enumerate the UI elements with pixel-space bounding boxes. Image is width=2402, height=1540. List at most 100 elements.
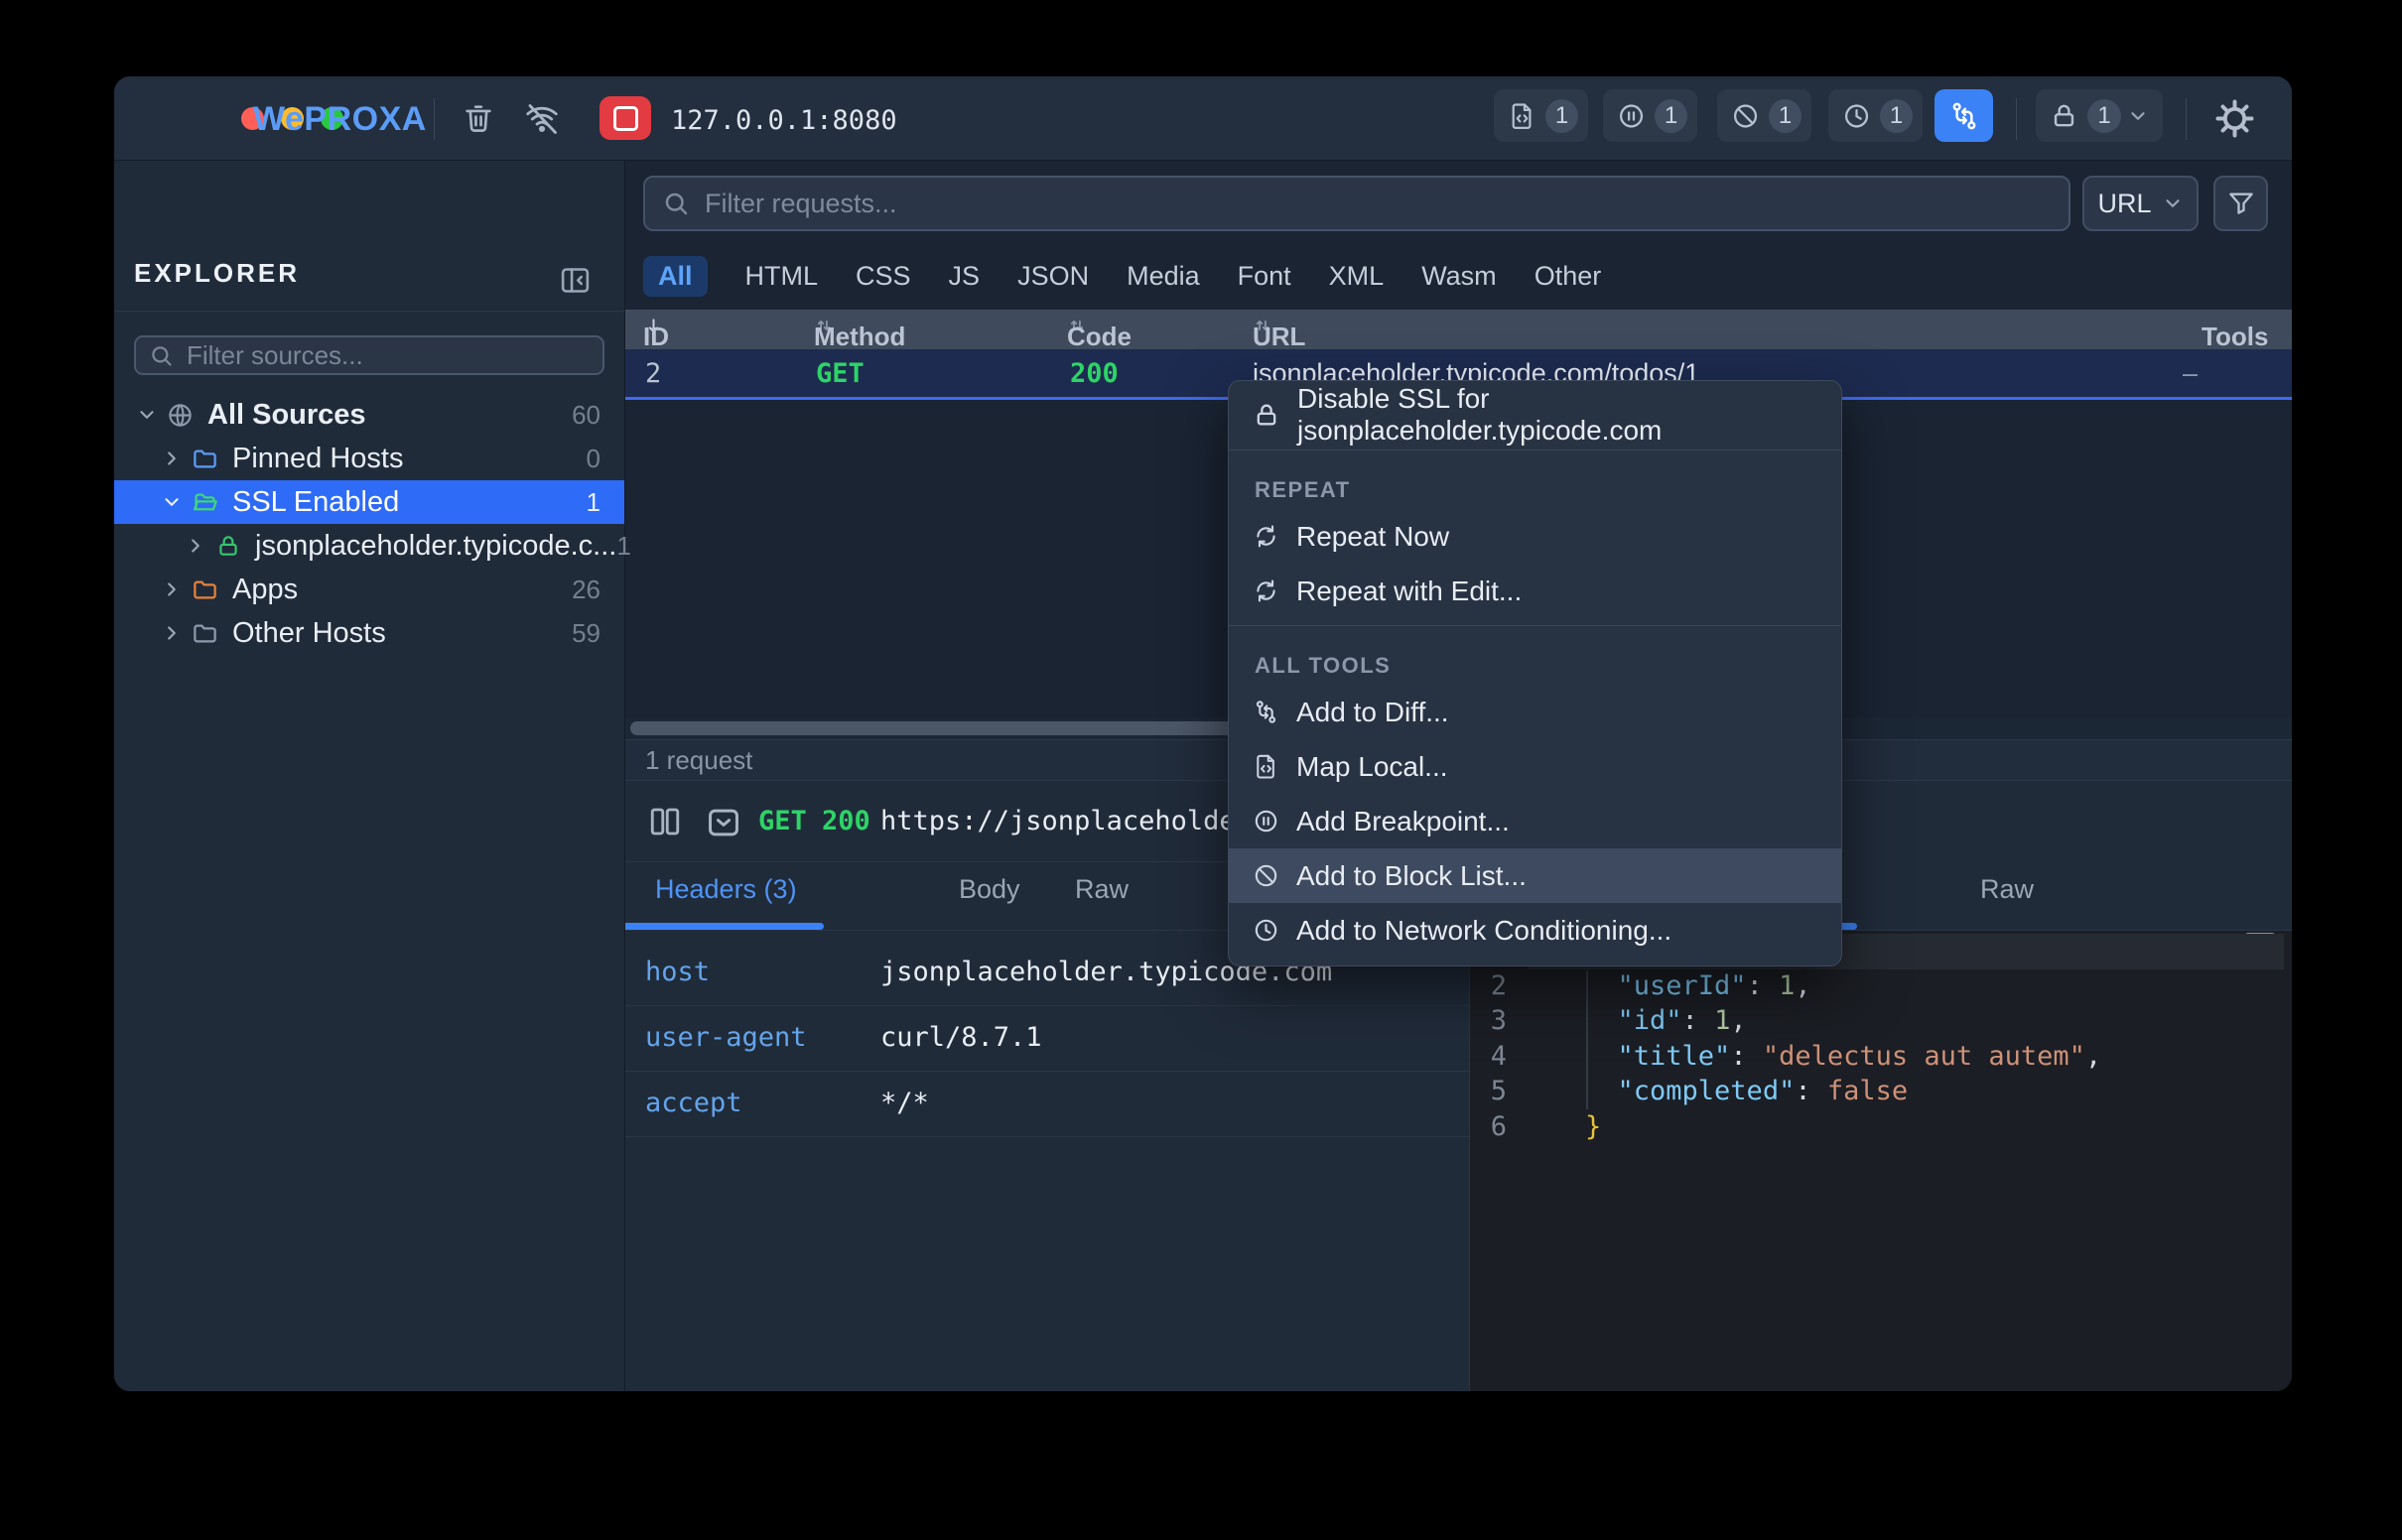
- tab-css[interactable]: CSS: [856, 261, 911, 292]
- stop-recording-button[interactable]: [600, 96, 651, 140]
- chevron-right-icon[interactable]: [161, 578, 183, 600]
- network-conditioning-icon: [1842, 101, 1871, 131]
- settings-button[interactable]: [2213, 97, 2256, 140]
- network-off-icon[interactable]: [524, 101, 560, 137]
- tab-request-headers[interactable]: Headers (3): [655, 874, 797, 905]
- column-header-url[interactable]: URL: [1253, 316, 1272, 335]
- menu-item-map-local[interactable]: Map Local...: [1229, 739, 1841, 794]
- chevron-right-icon[interactable]: [161, 622, 183, 644]
- block-list-tool-button[interactable]: 1: [1717, 89, 1811, 142]
- request-method: GET: [816, 358, 865, 389]
- column-header-id[interactable]: ID: [643, 316, 664, 336]
- tree-item-other-hosts[interactable]: Other Hosts 59: [114, 611, 624, 655]
- menu-item-add-to-network-conditioning[interactable]: Add to Network Conditioning...: [1229, 903, 1841, 958]
- collapse-panel-icon: [559, 264, 592, 297]
- tab-xml[interactable]: XML: [1329, 261, 1385, 292]
- diff-icon: [1948, 100, 1980, 132]
- chevron-down-icon[interactable]: [161, 491, 183, 513]
- tab-other[interactable]: Other: [1535, 261, 1602, 292]
- collapse-detail-button[interactable]: [705, 804, 742, 841]
- filter-sources-field[interactable]: [134, 335, 604, 375]
- menu-item-add-breakpoint[interactable]: Add Breakpoint...: [1229, 794, 1841, 848]
- menu-item-add-to-diff[interactable]: Add to Diff...: [1229, 685, 1841, 739]
- folder-icon: [192, 620, 218, 647]
- tree-item-jsonplaceholder[interactable]: jsonplaceholder.typicode.c... 1: [114, 524, 624, 568]
- tree-item-label: Pinned Hosts: [232, 443, 404, 475]
- menu-divider: [1229, 449, 1841, 450]
- chevron-right-icon[interactable]: [161, 448, 183, 469]
- tree-item-all-sources[interactable]: All Sources 60: [114, 393, 624, 437]
- tab-html[interactable]: HTML: [745, 261, 819, 292]
- tree-item-count: 60: [572, 400, 624, 431]
- map-local-count-badge: 1: [1545, 99, 1578, 133]
- network-conditioning-tool-button[interactable]: 1: [1828, 89, 1923, 142]
- filter-mode-dropdown[interactable]: URL: [2082, 176, 2199, 231]
- chevron-right-icon[interactable]: [185, 535, 206, 557]
- type-filter-tabs: All HTML CSS JS JSON Media Font XML Wasm…: [643, 253, 1601, 299]
- lock-icon: [215, 533, 241, 559]
- column-header-code[interactable]: Code: [1067, 316, 1087, 335]
- chevron-down-icon: [2127, 105, 2149, 127]
- clear-session-button[interactable]: [462, 101, 495, 135]
- tab-all[interactable]: All: [643, 256, 708, 297]
- lock-icon: [1253, 401, 1280, 429]
- header-row-accept[interactable]: accept */*: [625, 1071, 1469, 1137]
- tree-item-ssl-enabled[interactable]: SSL Enabled 1: [114, 480, 624, 524]
- proxy-address: 127.0.0.1:8080: [671, 105, 897, 136]
- menu-item-label: Disable SSL for jsonplaceholder.typicode…: [1297, 383, 1817, 447]
- response-body-viewer[interactable]: 1{ 2 "userId": 1, 3 "id": 1, 4 "title": …: [1470, 931, 2292, 1391]
- tree-item-count: 59: [572, 618, 624, 649]
- filter-requests-field[interactable]: [643, 176, 2070, 231]
- breakpoint-tool-button[interactable]: 1: [1603, 89, 1697, 142]
- chevron-down-icon: [2162, 192, 2184, 214]
- divider: [2016, 98, 2017, 140]
- menu-item-disable-ssl[interactable]: Disable SSL for jsonplaceholder.typicode…: [1229, 387, 1841, 443]
- tree-item-pinned-hosts[interactable]: Pinned Hosts 0: [114, 437, 624, 480]
- column-header-method[interactable]: Method: [814, 316, 834, 335]
- tab-js[interactable]: JS: [949, 261, 981, 292]
- diff-tool-button[interactable]: [1935, 89, 1993, 142]
- filter-requests-input[interactable]: [703, 188, 2053, 220]
- tree-item-apps[interactable]: Apps 26: [114, 568, 624, 611]
- line-number: 5: [1470, 1076, 1520, 1106]
- block-list-icon: [1253, 862, 1279, 889]
- breakpoint-icon: [1617, 101, 1646, 131]
- menu-item-label: Repeat with Edit...: [1296, 576, 1522, 607]
- active-tab-underline: [625, 923, 824, 930]
- filter-sources-input[interactable]: [185, 339, 591, 372]
- tab-font[interactable]: Font: [1238, 261, 1291, 292]
- explorer-title: EXPLORER: [134, 258, 300, 289]
- collapse-sidebar-button[interactable]: [559, 264, 592, 297]
- header-key: accept: [645, 1088, 742, 1118]
- refresh-icon: [1253, 523, 1279, 550]
- menu-item-repeat-with-edit[interactable]: Repeat with Edit...: [1229, 564, 1841, 618]
- tab-response-raw[interactable]: Raw: [1980, 874, 2034, 905]
- tree-item-label: SSL Enabled: [232, 486, 399, 519]
- line-number: 2: [1470, 970, 1520, 1001]
- app-title: WePROXA: [253, 100, 427, 139]
- tab-request-raw[interactable]: Raw: [1075, 874, 1129, 905]
- ssl-proxying-button[interactable]: 1: [2036, 89, 2163, 142]
- header-row-user-agent[interactable]: user-agent curl/8.7.1: [625, 1005, 1469, 1072]
- tab-media[interactable]: Media: [1127, 261, 1200, 292]
- breakpoint-count-badge: 1: [1655, 99, 1687, 133]
- advanced-filter-button[interactable]: [2213, 176, 2268, 231]
- map-local-tool-button[interactable]: 1: [1494, 89, 1588, 142]
- menu-item-repeat-now[interactable]: Repeat Now: [1229, 509, 1841, 564]
- tab-json[interactable]: JSON: [1017, 261, 1089, 292]
- split-view-button[interactable]: [647, 804, 683, 839]
- lock-icon: [2050, 101, 2078, 130]
- gear-icon: [2213, 97, 2256, 140]
- request-table-header: ID Method Code URL Tools: [625, 310, 2292, 349]
- tree-item-label: Apps: [232, 574, 298, 606]
- chevron-down-icon[interactable]: [136, 404, 158, 426]
- menu-divider: [1229, 625, 1841, 626]
- menu-item-add-to-block-list[interactable]: Add to Block List...: [1229, 848, 1841, 903]
- tree-item-count: 1: [587, 487, 624, 518]
- block-list-icon: [1731, 101, 1760, 131]
- folder-icon: [192, 577, 218, 603]
- clock-icon: [1253, 917, 1279, 944]
- diff-icon: [1253, 699, 1279, 725]
- tab-wasm[interactable]: Wasm: [1421, 261, 1497, 292]
- tab-request-body[interactable]: Body: [959, 874, 1020, 905]
